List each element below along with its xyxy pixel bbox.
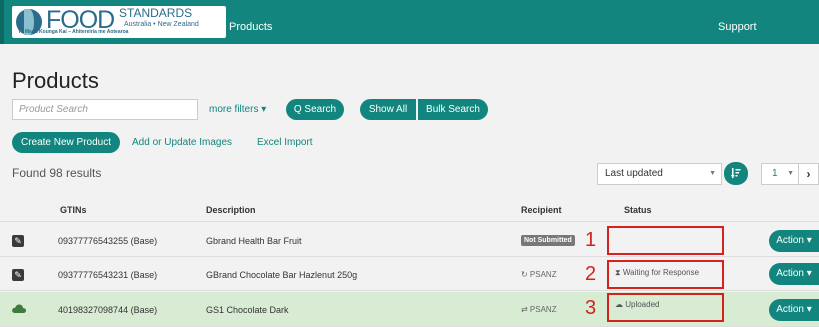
create-new-product-button[interactable]: Create New Product — [12, 132, 120, 153]
status-highlight-box — [607, 226, 724, 255]
action-button[interactable]: Action ▾ — [769, 263, 819, 285]
sort-icon — [731, 168, 741, 179]
results-count: Found 98 results — [12, 166, 102, 180]
recipient-cell: ↻ PSANZ — [521, 270, 557, 279]
search-button[interactable]: Q Search — [286, 99, 344, 120]
gtin-cell: 09377776543231 (Base) — [58, 270, 158, 280]
chevron-down-icon: ▼ — [787, 170, 794, 177]
column-header-status: Status — [624, 205, 652, 215]
edit-icon[interactable]: ✎ — [12, 235, 24, 247]
product-search-input[interactable] — [12, 99, 198, 120]
status-uploaded: ☁ Uploaded — [615, 300, 660, 309]
table-header: GTINs Description Recipient Status — [0, 196, 819, 222]
gtin-cell: 09377776543255 (Base) — [58, 236, 158, 246]
edit-icon[interactable]: ✎ — [12, 269, 24, 281]
annotation-number: 2 — [585, 263, 597, 285]
annotation-number: 3 — [585, 297, 597, 319]
next-page-button[interactable]: › — [798, 163, 819, 185]
more-filters-dropdown[interactable]: more filters ▾ — [209, 104, 266, 115]
sort-select-value: Last updated — [605, 168, 663, 179]
action-button[interactable]: Action ▾ — [769, 299, 819, 321]
chevron-down-icon: ▼ — [709, 170, 716, 177]
bulk-search-button[interactable]: Bulk Search — [418, 99, 488, 120]
description-cell: Gbrand Health Bar Fruit — [206, 236, 302, 246]
excel-import-link[interactable]: Excel Import — [257, 137, 313, 148]
description-cell: GBrand Chocolate Bar Hazlenut 250g — [206, 270, 358, 280]
page-title: Products — [12, 68, 99, 93]
sort-select[interactable]: Last updated ▼ — [597, 163, 722, 185]
column-header-description: Description — [206, 205, 256, 215]
logo-wordmark-suffix: STANDARDS — [119, 6, 193, 20]
page-select[interactable]: 1 ▼ — [761, 163, 799, 185]
nav-link-support[interactable]: Support — [718, 21, 757, 33]
gtin-cell: 40198327098744 (Base) — [58, 305, 158, 315]
nav-link-products[interactable]: Products — [229, 21, 272, 33]
description-cell: GS1 Chocolate Dark — [206, 305, 289, 315]
not-submitted-badge: Not Submitted — [521, 235, 575, 246]
cloud-icon — [12, 304, 27, 313]
logo-tagline: Te Mana Kounga Kai – Ahitereiria me Aote… — [18, 29, 129, 35]
show-all-button[interactable]: Show All — [360, 99, 416, 120]
top-navbar: FOOD STANDARDS Australia • New Zealand T… — [0, 0, 819, 44]
column-header-gtins: GTINs — [60, 205, 87, 215]
annotation-number: 1 — [585, 229, 597, 251]
column-header-recipient: Recipient — [521, 205, 562, 215]
page-select-value: 1 — [772, 168, 778, 179]
add-update-images-link[interactable]: Add or Update Images — [132, 137, 232, 148]
recipient-cell: ⇄ PSANZ — [521, 305, 557, 314]
action-button[interactable]: Action ▾ — [769, 230, 819, 252]
fsanz-logo[interactable]: FOOD STANDARDS Australia • New Zealand T… — [12, 6, 226, 38]
status-waiting-for-response: ⧗ Waiting for Response — [615, 268, 700, 277]
sort-direction-button[interactable] — [724, 162, 748, 185]
logo-region: Australia • New Zealand — [124, 21, 199, 28]
